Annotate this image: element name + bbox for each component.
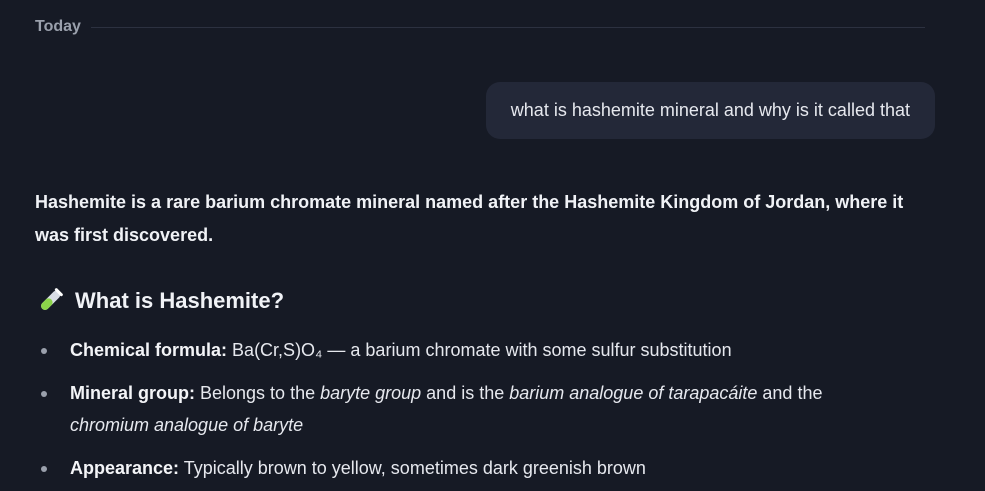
bullet-dot xyxy=(41,348,47,354)
list-item-chemical-formula: Chemical formula: Ba(Cr,S)O₄ — a barium … xyxy=(35,334,935,366)
response-summary: Hashemite is a rare barium chromate mine… xyxy=(35,192,904,245)
test-tube-icon xyxy=(35,286,65,316)
section-heading-text: What is Hashemite? xyxy=(75,288,285,313)
date-divider: Today xyxy=(35,18,925,36)
user-message-bubble: what is hashemite mineral and why is it … xyxy=(485,82,935,139)
date-divider-label: Today xyxy=(35,18,81,35)
assistant-response: Hashemite is a rare barium chromate mine… xyxy=(35,186,935,491)
list-item-text: Ba(Cr,S)O₄ — a barium chromate with some… xyxy=(227,340,732,360)
list-item-emphasis: baryte group xyxy=(320,383,422,403)
list-item-text: Typically brown to yellow, sometimes dar… xyxy=(179,458,646,478)
list-item-emphasis: chromium analogue of baryte xyxy=(70,415,304,435)
fact-list: Chemical formula: Ba(Cr,S)O₄ — a barium … xyxy=(35,334,935,484)
list-item-mineral-group: Mineral group: Belongs to the baryte gro… xyxy=(35,377,935,441)
list-item-text: and the xyxy=(757,383,823,403)
chat-page: Today what is hashemite mineral and why … xyxy=(0,0,985,491)
bullet-dot xyxy=(41,391,47,397)
divider-line xyxy=(90,26,925,28)
section-heading: What is Hashemite? xyxy=(35,286,935,316)
list-item-text: and is the xyxy=(421,383,510,403)
list-item-label: Chemical formula: xyxy=(70,340,228,360)
list-item-text: Belongs to the xyxy=(195,383,321,403)
list-item-label: Mineral group: xyxy=(70,383,195,403)
list-item-appearance: Appearance: Typically brown to yellow, s… xyxy=(35,452,935,484)
list-item-emphasis: barium analogue of tarapacáite xyxy=(509,383,758,403)
list-item-label: Appearance: xyxy=(70,458,180,478)
bullet-dot xyxy=(41,466,47,472)
